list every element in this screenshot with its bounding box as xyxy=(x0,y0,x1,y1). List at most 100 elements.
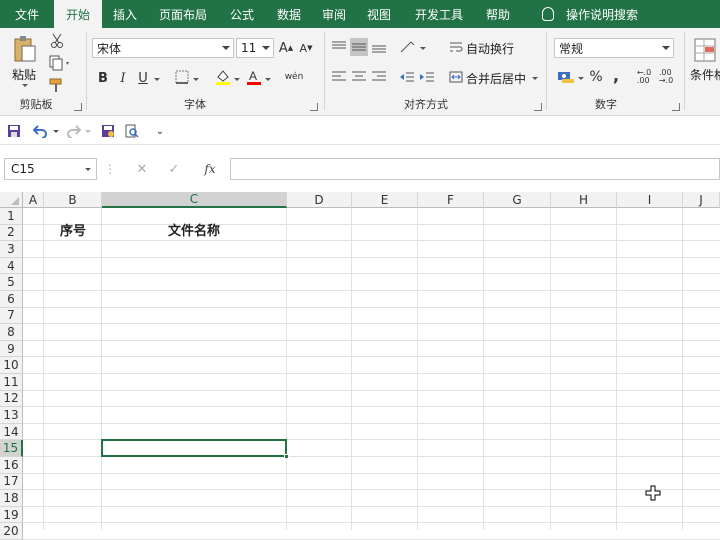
row-header-6[interactable]: 6 xyxy=(0,291,23,308)
borders-dropdown-icon[interactable] xyxy=(193,78,199,81)
print-preview-icon[interactable] xyxy=(124,123,140,139)
merge-center-button[interactable]: 合并后居中 xyxy=(466,70,526,87)
chevron-down-icon[interactable] xyxy=(222,46,230,50)
customize-qat-icon[interactable]: ⌄ xyxy=(154,123,166,139)
insert-function-button[interactable]: fx xyxy=(200,160,220,178)
redo-icon[interactable] xyxy=(64,123,82,139)
align-left-icon[interactable] xyxy=(330,68,348,86)
column-header-g[interactable]: G xyxy=(484,192,551,208)
tell-me-search[interactable]: 操作说明搜索 xyxy=(520,0,638,28)
tab-help[interactable]: 帮助 xyxy=(476,0,520,28)
tab-home[interactable]: 开始 xyxy=(54,0,102,28)
tab-developer[interactable]: 开发工具 xyxy=(402,0,476,28)
wrap-text-button[interactable]: 自动换行 xyxy=(466,40,514,57)
name-box[interactable]: C15 xyxy=(4,158,97,180)
row-header-19[interactable]: 19 xyxy=(0,506,23,524)
comma-button[interactable]: , xyxy=(610,66,622,85)
bold-button[interactable]: B xyxy=(96,68,110,88)
bottom-align-icon[interactable] xyxy=(370,38,388,56)
redo-dropdown-icon[interactable] xyxy=(85,130,91,133)
column-header-j[interactable]: J xyxy=(683,192,720,208)
wrap-text-icon[interactable] xyxy=(448,38,464,56)
tab-formulas[interactable]: 公式 xyxy=(218,0,266,28)
top-align-icon[interactable] xyxy=(330,38,348,56)
select-all-corner[interactable] xyxy=(0,192,23,208)
column-header-d[interactable]: D xyxy=(287,192,352,208)
cancel-icon[interactable]: ✕ xyxy=(134,160,150,178)
decrease-font-size-icon[interactable]: A ▼ xyxy=(298,38,314,58)
row-header-18[interactable]: 18 xyxy=(0,490,23,507)
cell-b2[interactable]: 序号 xyxy=(44,220,102,239)
phonetic-icon[interactable]: wén xyxy=(284,68,304,86)
middle-align-icon[interactable] xyxy=(350,38,368,56)
row-header-5[interactable]: 5 xyxy=(0,274,23,291)
increase-decimal-icon[interactable]: ←.0.00 xyxy=(634,68,654,86)
orientation-icon[interactable] xyxy=(398,38,418,56)
borders-icon[interactable] xyxy=(174,69,190,85)
drag-handle-icon[interactable]: ⋮ xyxy=(104,160,116,178)
save-as-icon[interactable] xyxy=(100,123,116,139)
row-header-9[interactable]: 9 xyxy=(0,340,23,358)
fill-handle[interactable] xyxy=(284,454,289,459)
decrease-decimal-icon[interactable]: .00 →.0 xyxy=(656,68,676,86)
row-header-20[interactable]: 20 xyxy=(0,523,23,540)
row-header-3[interactable]: 3 xyxy=(0,241,23,258)
row-header-13[interactable]: 13 xyxy=(0,407,23,424)
tab-file[interactable]: 文件 xyxy=(0,0,54,28)
row-header-16[interactable]: 16 xyxy=(0,457,23,474)
column-header-c[interactable]: C xyxy=(102,192,287,208)
row-header-14[interactable]: 14 xyxy=(0,423,23,441)
chevron-down-icon[interactable] xyxy=(85,168,91,171)
chevron-down-icon[interactable] xyxy=(662,46,670,50)
font-launcher-icon[interactable] xyxy=(310,103,318,111)
clipboard-launcher-icon[interactable] xyxy=(74,103,82,111)
tab-insert[interactable]: 插入 xyxy=(102,0,148,28)
row-header-15[interactable]: 15 xyxy=(0,440,23,457)
align-right-icon[interactable] xyxy=(370,68,388,86)
undo-dropdown-icon[interactable] xyxy=(53,130,59,133)
column-header-i[interactable]: I xyxy=(617,192,683,208)
row-header-17[interactable]: 17 xyxy=(0,473,23,491)
italic-button[interactable]: I xyxy=(116,68,130,88)
cell-c2[interactable]: 文件名称 xyxy=(102,220,286,239)
row-header-11[interactable]: 11 xyxy=(0,374,23,391)
accounting-dropdown-icon[interactable] xyxy=(578,77,584,80)
enter-icon[interactable]: ✓ xyxy=(166,160,182,178)
row-header-12[interactable]: 12 xyxy=(0,390,23,408)
alignment-launcher-icon[interactable] xyxy=(534,103,542,111)
row-header-1[interactable]: 1 xyxy=(0,208,23,225)
row-header-4[interactable]: 4 xyxy=(0,257,23,275)
align-center-icon[interactable] xyxy=(350,68,368,86)
format-painter-icon[interactable] xyxy=(48,76,66,94)
tab-view[interactable]: 视图 xyxy=(356,0,402,28)
paste-icon[interactable] xyxy=(10,34,40,64)
tab-data[interactable]: 数据 xyxy=(266,0,312,28)
underline-dropdown-icon[interactable] xyxy=(154,78,160,81)
column-header-e[interactable]: E xyxy=(352,192,418,208)
conditional-format-button[interactable]: 条件格 xyxy=(690,66,720,83)
row-header-2[interactable]: 2 xyxy=(0,224,23,242)
row-header-10[interactable]: 10 xyxy=(0,357,23,374)
column-header-f[interactable]: F xyxy=(418,192,484,208)
fill-color-dropdown-icon[interactable] xyxy=(234,78,240,81)
tab-page-layout[interactable]: 页面布局 xyxy=(148,0,218,28)
chevron-down-icon[interactable] xyxy=(262,46,270,50)
number-format-combo[interactable]: 常规 xyxy=(554,38,674,58)
increase-indent-icon[interactable] xyxy=(418,68,436,86)
conditional-format-icon[interactable] xyxy=(692,36,718,64)
save-icon[interactable] xyxy=(6,123,22,139)
undo-icon[interactable] xyxy=(32,123,50,139)
column-header-a[interactable]: A xyxy=(23,192,44,208)
formula-input[interactable] xyxy=(230,158,720,180)
decrease-indent-icon[interactable] xyxy=(398,68,416,86)
tab-review[interactable]: 审阅 xyxy=(312,0,356,28)
orientation-dropdown-icon[interactable] xyxy=(420,47,426,50)
paste-button[interactable]: 粘贴 xyxy=(12,66,36,83)
merge-center-icon[interactable] xyxy=(448,68,464,86)
merge-dropdown-icon[interactable] xyxy=(532,77,538,80)
increase-font-size-icon[interactable]: A ▲ xyxy=(278,38,294,58)
number-launcher-icon[interactable] xyxy=(672,103,680,111)
font-name-combo[interactable]: 宋体 xyxy=(92,38,234,58)
font-color-dropdown-icon[interactable] xyxy=(265,78,271,81)
column-header-h[interactable]: H xyxy=(551,192,617,208)
